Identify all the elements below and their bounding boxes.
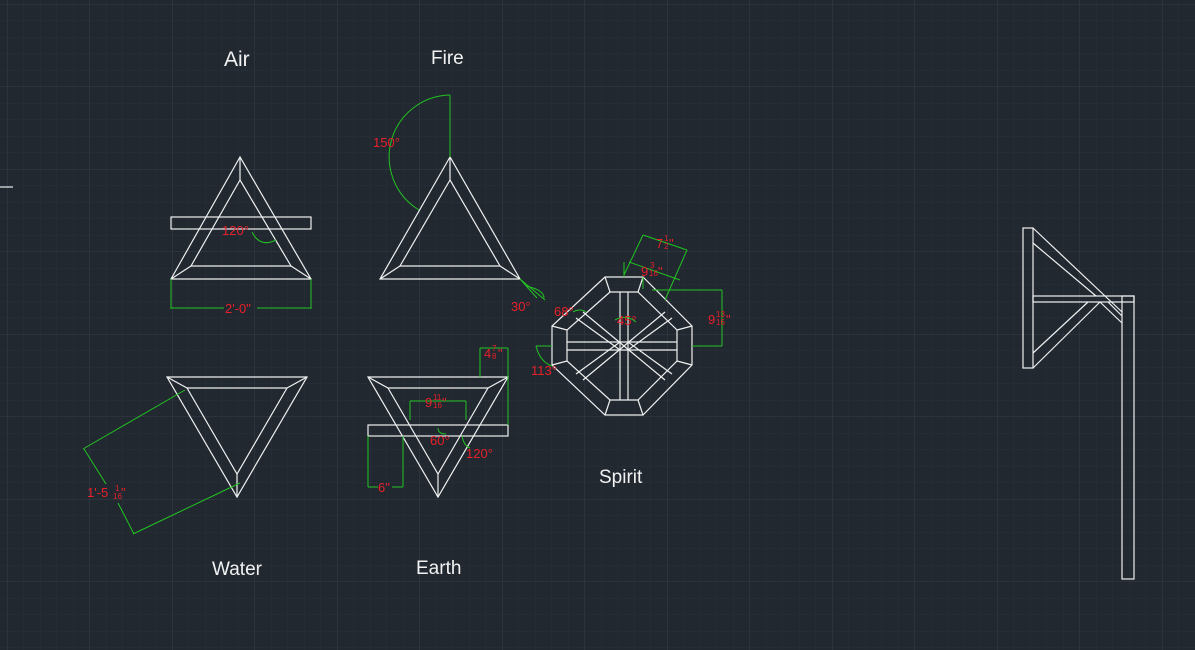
spirit-angle-outer-dim: 113° xyxy=(531,363,557,378)
spirit-side-inch: " xyxy=(658,264,663,279)
water-length-dim: 1'-5 xyxy=(87,485,108,500)
earth-angle-outer-dim: 120° xyxy=(466,446,493,461)
spirit-angle-inner-dim: 45° xyxy=(617,313,637,328)
fire-label: Fire xyxy=(431,48,464,69)
earth-angle-inner-dim: 60° xyxy=(430,433,450,448)
spirit-top-inch: " xyxy=(669,236,674,251)
earth-height-dim: 4 xyxy=(484,346,491,361)
earth-label: Earth xyxy=(416,558,461,579)
air-width-dim: 2'-0" xyxy=(225,301,251,316)
fire-angle-bottom-dim: 30° xyxy=(511,299,531,314)
spirit-right-frac-den: 16 xyxy=(716,318,725,327)
earth-bar-dim: 9 xyxy=(425,395,432,410)
fire-angle-top-dim: 150° xyxy=(373,135,400,150)
spirit-top-dim: 7 xyxy=(656,236,663,251)
spirit-label: Spirit xyxy=(599,467,643,488)
water-length-inch: " xyxy=(121,485,126,500)
air-label: Air xyxy=(224,48,250,71)
earth-offset-dim: 6" xyxy=(378,480,390,495)
air-angle-dim: 120° xyxy=(222,223,249,238)
earth-height-inch: " xyxy=(498,346,503,361)
spirit-right-dim: 9 xyxy=(708,312,715,327)
spirit-right-inch: " xyxy=(726,312,731,327)
grid-major xyxy=(0,0,1195,650)
earth-bar-inch: " xyxy=(442,395,447,410)
water-label: Water xyxy=(212,559,263,580)
spirit-angle-left-dim: 68° xyxy=(554,304,574,319)
spirit-side-dim: 9 xyxy=(641,264,648,279)
drawing-canvas[interactable]: Air 120° 2'-0" Fire 150° 30° Water 1'-5 … xyxy=(0,0,1195,650)
earth-height-frac-den: 8 xyxy=(492,352,497,361)
